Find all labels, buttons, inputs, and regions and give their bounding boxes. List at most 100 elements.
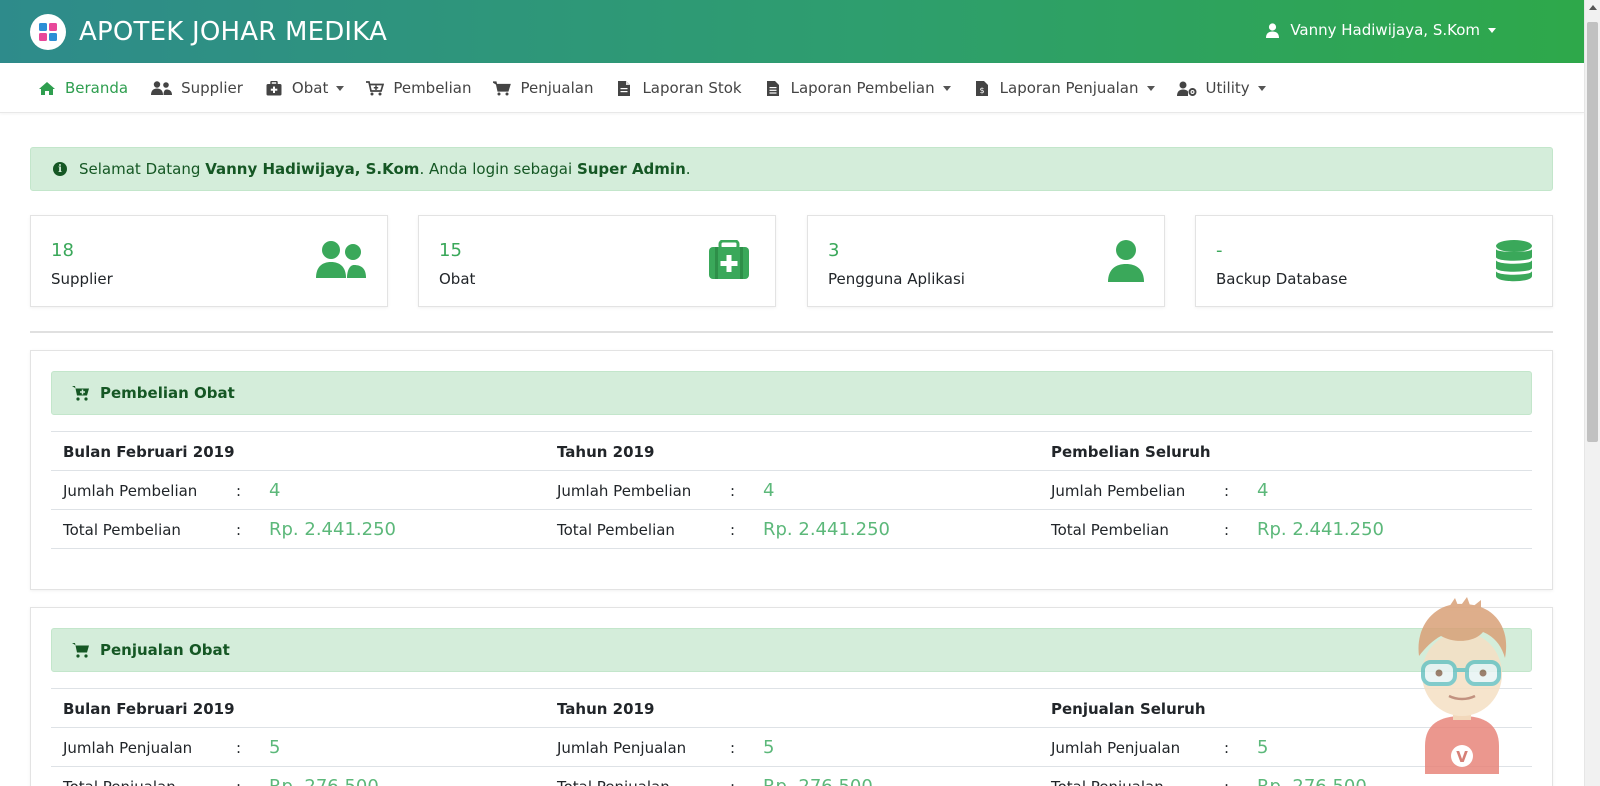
nav-item-supplier[interactable]: Supplier [150, 79, 243, 97]
nav-label: Supplier [181, 79, 243, 97]
separator: : [236, 520, 242, 539]
total-label: Total Pembelian [557, 520, 675, 539]
jumlah-value: 4 [1257, 480, 1269, 501]
group-heading: Tahun 2019 [557, 442, 655, 461]
brand-logo-icon [30, 14, 66, 50]
jumlah-value: 4 [269, 480, 281, 501]
jumlah-label: Jumlah Pembelian [557, 481, 692, 500]
nav-item-beranda[interactable]: Beranda [38, 79, 128, 97]
top-header: APOTEK JOHAR MEDIKA Vanny Hadiwijaya, S.… [0, 0, 1584, 63]
group-heading: Bulan Februari 2019 [63, 442, 235, 461]
scroll-up-arrow-icon[interactable] [1589, 5, 1597, 10]
separator: : [730, 738, 736, 757]
scrollbar-thumb[interactable] [1587, 22, 1598, 442]
file-invoice-icon: $ [973, 79, 991, 97]
stat-value: 3 [828, 240, 840, 261]
alert-middle: . Anda login sebagai [419, 160, 577, 178]
welcome-alert: i Selamat Datang Vanny Hadiwijaya, S.Kom… [30, 147, 1553, 191]
page-scrollbar[interactable] [1584, 0, 1600, 786]
chevron-down-icon [336, 85, 345, 91]
table-row: Total Penjualan : Rp. 276.500 Total Penj… [51, 767, 1532, 786]
total-value: Rp. 276.500 [763, 767, 873, 786]
cart-plus-icon [366, 79, 385, 97]
chevron-down-icon [1257, 85, 1266, 91]
panel-title: Pembelian Obat [100, 384, 235, 402]
total-label: Total Pembelian [63, 520, 181, 539]
total-label: Total Penjualan [63, 767, 176, 786]
info-icon: i [53, 162, 67, 176]
group-heading: Penjualan Seluruh [1051, 699, 1206, 718]
total-label: Total Pembelian [1051, 520, 1169, 539]
database-icon [1480, 240, 1532, 284]
brand-title: APOTEK JOHAR MEDIKA [79, 17, 388, 47]
total-value: Rp. 2.441.250 [763, 519, 890, 540]
home-icon [38, 79, 56, 97]
pembelian-panel-header: Pembelian Obat [51, 371, 1532, 415]
nav-item-utility[interactable]: Utility [1176, 79, 1266, 97]
section-divider [30, 331, 1553, 333]
stat-card-obat[interactable]: 15 Obat [418, 215, 776, 307]
file-icon [615, 79, 633, 97]
users-icon [150, 79, 172, 97]
alert-user-name: Vanny Hadiwijaya, S.Kom [205, 160, 420, 178]
nav-label: Obat [291, 79, 329, 97]
penjualan-panel-header: Penjualan Obat [51, 628, 1532, 672]
stat-label: Backup Database [1216, 270, 1348, 288]
chevron-down-icon [1146, 85, 1155, 91]
stat-value: - [1216, 240, 1223, 261]
mascot-avatar[interactable]: V [1405, 596, 1520, 774]
nav-label: Laporan Penjualan [999, 79, 1139, 97]
jumlah-label: Jumlah Pembelian [63, 481, 198, 500]
table-row: Jumlah Pembelian : 4 Jumlah Pembelian : … [51, 471, 1532, 510]
separator: : [1224, 481, 1230, 500]
total-label: Total Penjualan [1051, 767, 1164, 786]
page: APOTEK JOHAR MEDIKA Vanny Hadiwijaya, S.… [0, 0, 1600, 786]
separator: : [236, 738, 242, 757]
alert-suffix: . [685, 160, 691, 178]
separator: : [1224, 738, 1230, 757]
brand[interactable]: APOTEK JOHAR MEDIKA [30, 14, 387, 50]
group-heading: Tahun 2019 [557, 699, 655, 718]
nav-label: Beranda [65, 79, 129, 97]
stat-card-supplier[interactable]: 18 Supplier [30, 215, 388, 307]
nav-item-laporan-penjualan[interactable]: $ Laporan Penjualan [973, 79, 1155, 97]
cart-plus-icon [72, 385, 90, 401]
nav-item-laporan-stok[interactable]: Laporan Stok [615, 79, 742, 97]
nav-item-laporan-pembelian[interactable]: Laporan Pembelian [764, 79, 951, 97]
stat-label: Obat [439, 270, 476, 288]
user-icon [1266, 22, 1280, 38]
stat-label: Supplier [51, 270, 113, 288]
total-value: Rp. 276.500 [1257, 767, 1367, 786]
medkit-icon [703, 239, 755, 284]
medkit-icon [265, 79, 283, 97]
table-row: Jumlah Penjualan : 5 Jumlah Penjualan : … [51, 728, 1532, 767]
nav-item-pembelian[interactable]: Pembelian [366, 79, 471, 97]
jumlah-label: Jumlah Penjualan [63, 738, 193, 757]
penjualan-panel: Penjualan Obat Bulan Februari 2019 Tahun… [30, 607, 1553, 786]
jumlah-value: 4 [763, 480, 775, 501]
chevron-down-icon [942, 85, 951, 91]
total-label: Total Penjualan [557, 767, 670, 786]
table-row: Total Pembelian : Rp. 2.441.250 Total Pe… [51, 510, 1532, 549]
user-cog-icon [1176, 79, 1197, 97]
users-icon [315, 240, 367, 284]
group-heading: Pembelian Seluruh [1051, 442, 1211, 461]
jumlah-label: Jumlah Penjualan [1051, 738, 1181, 757]
separator: : [1224, 520, 1230, 539]
file-text-icon [764, 79, 782, 97]
stat-card-backup[interactable]: - Backup Database [1195, 215, 1553, 307]
separator: : [1224, 767, 1229, 786]
stat-value: 18 [51, 240, 74, 261]
nav-label: Utility [1205, 79, 1250, 97]
nav-item-penjualan[interactable]: Penjualan [493, 79, 593, 97]
stat-label: Pengguna Aplikasi [828, 270, 965, 288]
chevron-down-icon [1488, 27, 1496, 33]
jumlah-label: Jumlah Penjualan [557, 738, 687, 757]
nav-item-obat[interactable]: Obat [265, 79, 345, 97]
stat-card-pengguna[interactable]: 3 Pengguna Aplikasi [807, 215, 1165, 307]
total-value: Rp. 2.441.250 [1257, 519, 1384, 540]
cart-icon [493, 79, 512, 97]
table-row: Bulan Februari 2019 Tahun 2019 Penjualan… [51, 689, 1532, 728]
user-menu-dropdown[interactable]: Vanny Hadiwijaya, S.Kom [1266, 21, 1496, 39]
nav-label: Penjualan [520, 79, 594, 97]
